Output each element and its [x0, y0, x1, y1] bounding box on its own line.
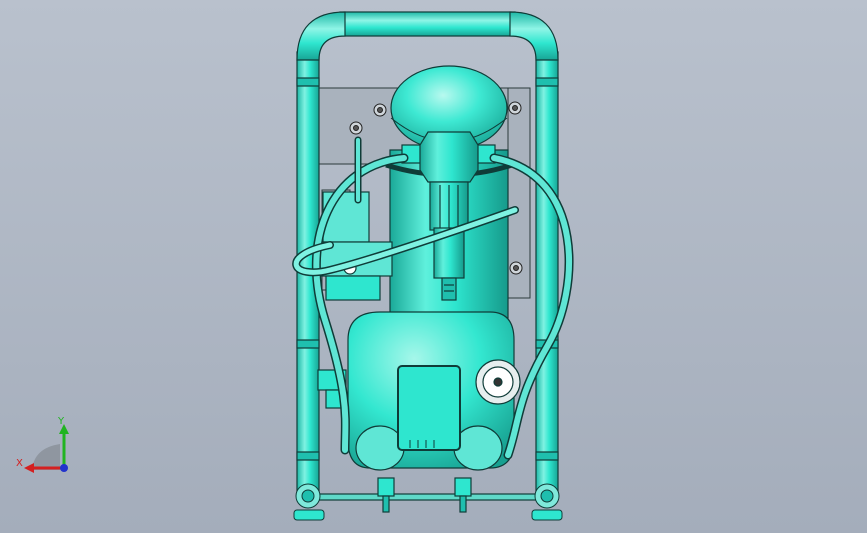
axis-triad: X Y: [16, 416, 69, 473]
cad-viewport[interactable]: X Y: [0, 0, 867, 533]
x-axis-label: X: [16, 458, 23, 469]
z-axis-dot: [60, 464, 68, 472]
x-axis-arrow: [24, 463, 34, 473]
triad-shading: [32, 444, 60, 470]
y-axis-label: Y: [57, 416, 65, 427]
